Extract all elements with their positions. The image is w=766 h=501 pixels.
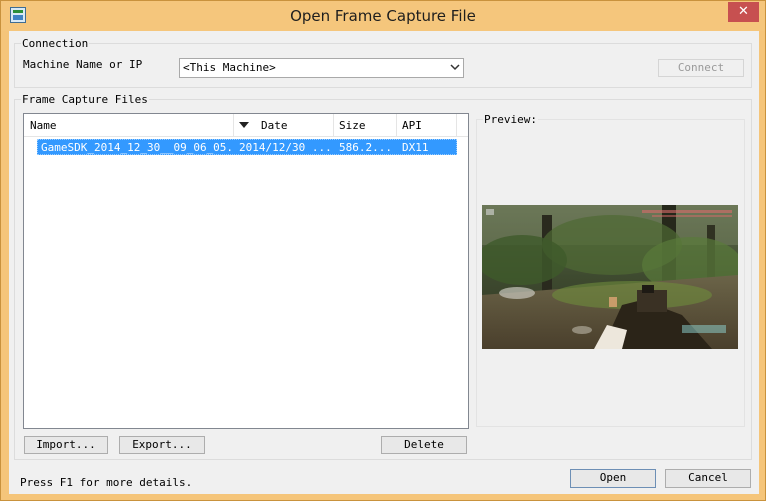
machine-select[interactable]: <This Machine> xyxy=(179,58,464,78)
preview-label: Preview: xyxy=(483,113,538,126)
column-separator xyxy=(333,114,334,137)
capture-file-list[interactable]: Name Date Size API GameSDK_2014_12_30__0… xyxy=(23,113,469,429)
file-date-cell: 2014/12/30 ... xyxy=(239,141,331,154)
file-name-cell: GameSDK_2014_12_30__09_06_05... xyxy=(41,141,231,154)
window-title: Open Frame Capture File xyxy=(290,7,476,25)
export-button[interactable]: Export... xyxy=(119,436,205,454)
files-group-label: Frame Capture Files xyxy=(21,93,149,106)
list-header: Name Date Size API xyxy=(24,114,468,137)
delete-button[interactable]: Delete xyxy=(381,436,467,454)
connect-button[interactable]: Connect xyxy=(658,59,744,77)
f1-help-hint: Press F1 for more details. xyxy=(20,476,193,489)
machine-select-value: <This Machine> xyxy=(183,61,276,74)
column-separator xyxy=(396,114,397,137)
title-bar[interactable]: Open Frame Capture File ✕ xyxy=(1,1,765,31)
cancel-button[interactable]: Cancel xyxy=(665,469,751,488)
column-header-api[interactable]: API xyxy=(402,119,422,132)
machine-name-label: Machine Name or IP xyxy=(23,58,143,71)
column-separator xyxy=(233,114,234,137)
column-header-name[interactable]: Name xyxy=(30,119,57,132)
column-header-date[interactable]: Date xyxy=(261,119,288,132)
file-size-cell: 586.2... xyxy=(339,141,392,154)
column-header-size[interactable]: Size xyxy=(339,119,366,132)
close-button[interactable]: ✕ xyxy=(728,2,759,22)
column-separator xyxy=(456,114,457,137)
chevron-down-icon xyxy=(450,64,460,71)
game-scene-thumbnail xyxy=(482,205,738,349)
open-button[interactable]: Open xyxy=(570,469,656,488)
dialog-window: Open Frame Capture File ✕ Connection Mac… xyxy=(0,0,766,501)
file-api-cell: DX11 xyxy=(402,141,429,154)
dialog-body: Connection Machine Name or IP <This Mach… xyxy=(9,31,759,494)
capture-preview-image xyxy=(482,205,738,349)
import-button[interactable]: Import... xyxy=(24,436,108,454)
table-row[interactable]: GameSDK_2014_12_30__09_06_05... 2014/12/… xyxy=(37,139,457,155)
sort-descending-icon xyxy=(239,122,249,128)
connection-group-label: Connection xyxy=(21,37,90,50)
